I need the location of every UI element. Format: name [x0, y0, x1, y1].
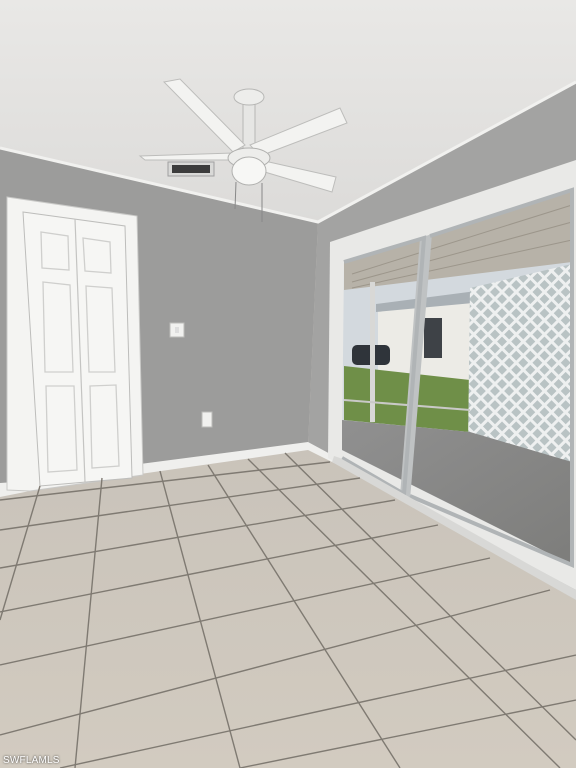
fan-light-bowl [231, 156, 267, 186]
outlet-icon [201, 411, 213, 428]
neighbor-house-window [424, 318, 442, 358]
closet-door[interactable] [22, 211, 133, 487]
watermark: SWFLAMLS [3, 755, 60, 766]
lattice-panel [468, 264, 572, 462]
room-photo: SWFLAMLS [0, 0, 576, 768]
light-switch-toggle [175, 327, 179, 333]
patio-post [370, 282, 375, 422]
room-illustration [0, 0, 576, 768]
air-vent-slot [172, 165, 210, 173]
